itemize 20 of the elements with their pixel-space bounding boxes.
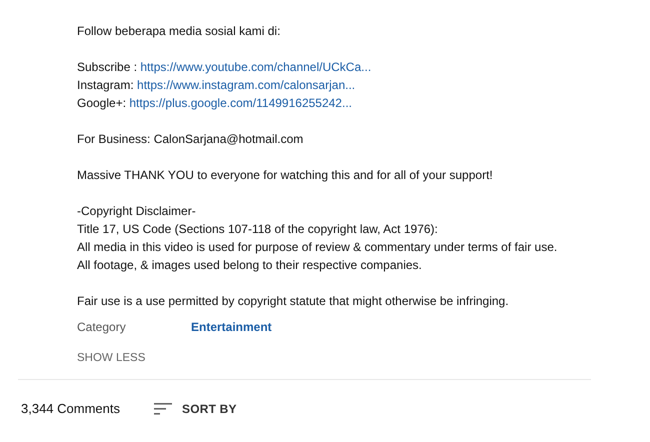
comment-count: 3,344 Comments: [21, 401, 120, 416]
description-text: All footage, & images used belong to their respective companies.: [77, 257, 422, 274]
description-text: Title 17, US Code (Sections 107-118 of the copyright law, Act 1976):: [77, 221, 438, 238]
description-text: For Business: CalonSarjana@hotmail.com: [77, 131, 304, 148]
sort-icon: [154, 402, 172, 414]
link-label: Google+:: [77, 96, 128, 110]
description-text: Fair use is a use permitted by copyright statute that might otherwise be infringing.: [77, 293, 509, 310]
link-label: Instagram:: [77, 78, 135, 92]
category-link[interactable]: Entertainment: [191, 318, 272, 336]
link[interactable]: https://www.youtube.com/channel/UCkCa...: [140, 60, 372, 74]
description-text: All media in this video is used for purpose of review & commentary under terms of fair use.: [77, 239, 558, 256]
category-label: Category: [77, 319, 127, 336]
sort-button[interactable]: SORT BY: [154, 402, 237, 416]
show-less-button[interactable]: SHOW LESS: [77, 351, 146, 365]
link[interactable]: https://plus.google.com/1149916255242...: [129, 96, 352, 110]
description-text: Massive THANK YOU to everyone for watching this and for all of your support!: [77, 167, 493, 184]
description-text: -Copyright Disclaimer-: [77, 203, 196, 220]
description-text: Follow beberapa media sosial kami di:: [77, 23, 280, 40]
link-label: Subscribe :: [77, 60, 138, 74]
link[interactable]: https://www.instagram.com/calonsarjan...: [137, 78, 356, 92]
